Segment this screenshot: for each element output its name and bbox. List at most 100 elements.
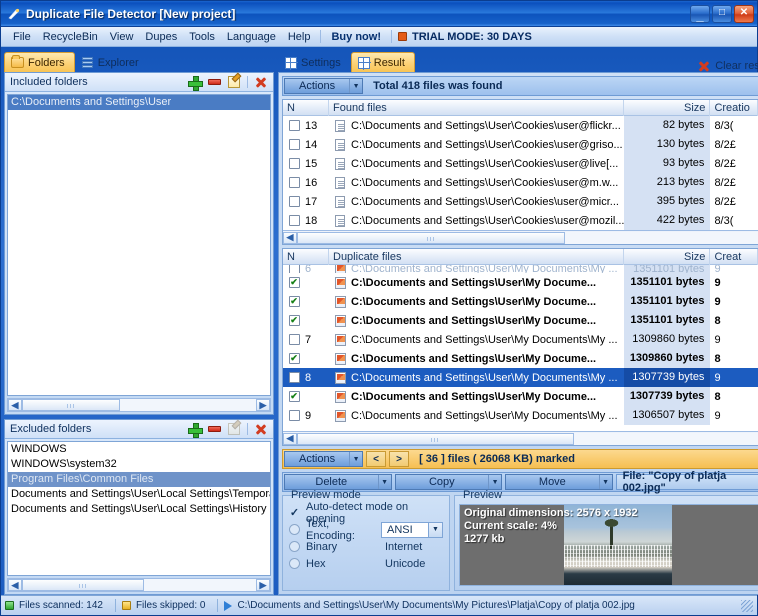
list-item[interactable]: WINDOWS\system32 <box>8 457 270 472</box>
excluded-folders-list[interactable]: WINDOWS WINDOWS\system32 Program Files\C… <box>7 441 271 576</box>
menu-item-recyclebin[interactable]: RecycleBin <box>37 29 104 45</box>
table-row[interactable]: 7 C:\Documents and Settings\User\My Docu… <box>283 330 758 349</box>
clear-excluded-icon[interactable] <box>255 423 267 435</box>
edit-folder-icon[interactable] <box>228 76 240 88</box>
scroll-trough[interactable] <box>297 231 758 244</box>
chevron-down-icon[interactable]: ▼ <box>349 452 362 466</box>
row-checkbox[interactable] <box>283 120 305 131</box>
hex-mode-option[interactable]: Hex <box>289 555 375 572</box>
menu-item-view[interactable]: View <box>104 29 140 45</box>
list-item[interactable]: WINDOWS <box>8 442 270 457</box>
preview-canvas[interactable]: Original dimensions: 2576 x 1932 Current… <box>459 504 758 586</box>
selected-file-combo[interactable]: File: "Copy of platja 002.jpg" ▼ <box>615 470 758 494</box>
buy-now-button[interactable]: Buy now! <box>325 29 387 45</box>
add-excluded-icon[interactable] <box>188 422 203 438</box>
next-group-button[interactable]: > <box>389 451 410 467</box>
add-folder-icon[interactable] <box>188 75 203 91</box>
clear-folders-icon[interactable] <box>255 76 267 88</box>
scroll-trough[interactable] <box>22 399 256 411</box>
menu-item-dupes[interactable]: Dupes <box>139 29 183 45</box>
column-header-size[interactable]: Size <box>624 248 711 265</box>
row-checkbox[interactable] <box>283 334 305 345</box>
included-hscrollbar[interactable]: ◀ ▶ <box>7 398 271 412</box>
scroll-thumb[interactable] <box>297 231 565 244</box>
chevron-down-icon[interactable]: ▼ <box>428 522 442 537</box>
tab-folders[interactable]: Folders <box>4 52 75 72</box>
column-header-name[interactable]: Found files <box>329 99 625 116</box>
row-checkbox[interactable] <box>283 372 305 383</box>
chevron-down-icon[interactable]: ▼ <box>598 475 612 489</box>
encoding-combo[interactable]: ANSI ▼ <box>381 521 443 538</box>
column-header-n[interactable]: N <box>283 99 329 116</box>
menu-item-language[interactable]: Language <box>221 29 282 45</box>
row-checkbox[interactable] <box>283 139 305 150</box>
row-checkbox[interactable] <box>283 215 305 226</box>
table-row[interactable]: 6 C:\Documents and Settings\User\My Docu… <box>283 265 758 273</box>
table-row[interactable]: C:\Documents and Settings\User\My Docume… <box>283 311 758 330</box>
scroll-left-icon[interactable]: ◀ <box>283 432 297 445</box>
tab-result[interactable]: Result <box>350 52 415 72</box>
found-hscrollbar[interactable]: ◀ ▶ <box>283 230 758 244</box>
row-checkbox[interactable] <box>283 177 305 188</box>
menu-item-file[interactable]: File <box>7 29 37 45</box>
column-header-name[interactable]: Duplicate files <box>329 248 625 265</box>
found-actions-button[interactable]: Actions ▼ <box>284 78 364 94</box>
delete-button[interactable]: Delete ▼ <box>284 474 392 490</box>
duplicate-hscrollbar[interactable]: ◀ ▶ <box>283 431 758 445</box>
row-checkbox[interactable] <box>283 265 305 273</box>
scroll-thumb[interactable] <box>22 579 144 591</box>
row-checkbox[interactable] <box>283 196 305 207</box>
edit-excluded-icon[interactable] <box>228 423 240 435</box>
scroll-trough[interactable] <box>22 579 256 591</box>
text-mode-option[interactable]: Text, Encoding: <box>289 518 375 542</box>
list-item[interactable]: Documents and Settings\User\Local Settin… <box>8 502 270 517</box>
column-header-n[interactable]: N <box>283 248 329 265</box>
maximize-button[interactable]: □ <box>712 4 732 23</box>
chevron-down-icon[interactable]: ▼ <box>377 475 391 489</box>
table-row[interactable]: 17 C:\Documents and Settings\User\Cookie… <box>283 192 758 211</box>
scroll-right-icon[interactable]: ▶ <box>256 579 270 591</box>
scroll-trough[interactable] <box>297 432 758 445</box>
scroll-left-icon[interactable]: ◀ <box>8 399 22 411</box>
menu-item-tools[interactable]: Tools <box>183 29 221 45</box>
minimize-button[interactable]: _ <box>690 4 710 23</box>
table-row[interactable]: 16 C:\Documents and Settings\User\Cookie… <box>283 173 758 192</box>
scroll-right-icon[interactable]: ▶ <box>256 399 270 411</box>
included-folders-list[interactable]: C:\Documents and Settings\User <box>7 94 271 396</box>
menu-item-help[interactable]: Help <box>282 29 317 45</box>
table-row[interactable]: 14 C:\Documents and Settings\User\Cookie… <box>283 135 758 154</box>
scroll-thumb[interactable] <box>297 432 574 445</box>
tab-explorer[interactable]: Explorer <box>75 52 149 72</box>
table-row[interactable]: 9 C:\Documents and Settings\User\My Docu… <box>283 406 758 425</box>
row-checkbox[interactable] <box>283 296 305 307</box>
column-header-date[interactable]: Creatio <box>710 99 758 116</box>
list-item[interactable]: Documents and Settings\User\Local Settin… <box>8 487 270 502</box>
column-header-size[interactable]: Size <box>624 99 711 116</box>
clear-result-button[interactable]: Clear result <box>698 60 758 72</box>
table-row[interactable]: 15 C:\Documents and Settings\User\Cookie… <box>283 154 758 173</box>
table-row[interactable]: 18 C:\Documents and Settings\User\Cookie… <box>283 211 758 230</box>
encoding-select[interactable]: ANSI ▼ <box>375 521 443 538</box>
move-button[interactable]: Move ▼ <box>505 474 613 490</box>
remove-excluded-icon[interactable] <box>208 426 221 432</box>
list-item[interactable]: Program Files\Common Files <box>8 472 270 487</box>
internet-mode-option[interactable]: Internet <box>375 538 443 555</box>
scroll-left-icon[interactable]: ◀ <box>8 579 22 591</box>
row-checkbox[interactable] <box>283 391 305 402</box>
table-row[interactable]: 8 C:\Documents and Settings\User\My Docu… <box>283 368 758 387</box>
unicode-mode-option[interactable]: Unicode <box>375 555 443 572</box>
scroll-left-icon[interactable]: ◀ <box>283 231 297 244</box>
table-row[interactable]: C:\Documents and Settings\User\My Docume… <box>283 349 758 368</box>
row-checkbox[interactable] <box>283 315 305 326</box>
table-row[interactable]: C:\Documents and Settings\User\My Docume… <box>283 387 758 406</box>
table-row[interactable]: C:\Documents and Settings\User\My Docume… <box>283 292 758 311</box>
row-checkbox[interactable] <box>283 158 305 169</box>
tab-settings[interactable]: Settings <box>278 52 351 72</box>
close-button[interactable]: ✕ <box>734 4 754 23</box>
list-item[interactable]: C:\Documents and Settings\User <box>8 95 270 110</box>
row-checkbox[interactable] <box>283 410 305 421</box>
copy-button[interactable]: Copy ▼ <box>394 474 503 490</box>
table-row[interactable]: C:\Documents and Settings\User\My Docume… <box>283 273 758 292</box>
row-checkbox[interactable] <box>283 277 305 288</box>
chevron-down-icon[interactable]: ▼ <box>488 475 501 489</box>
